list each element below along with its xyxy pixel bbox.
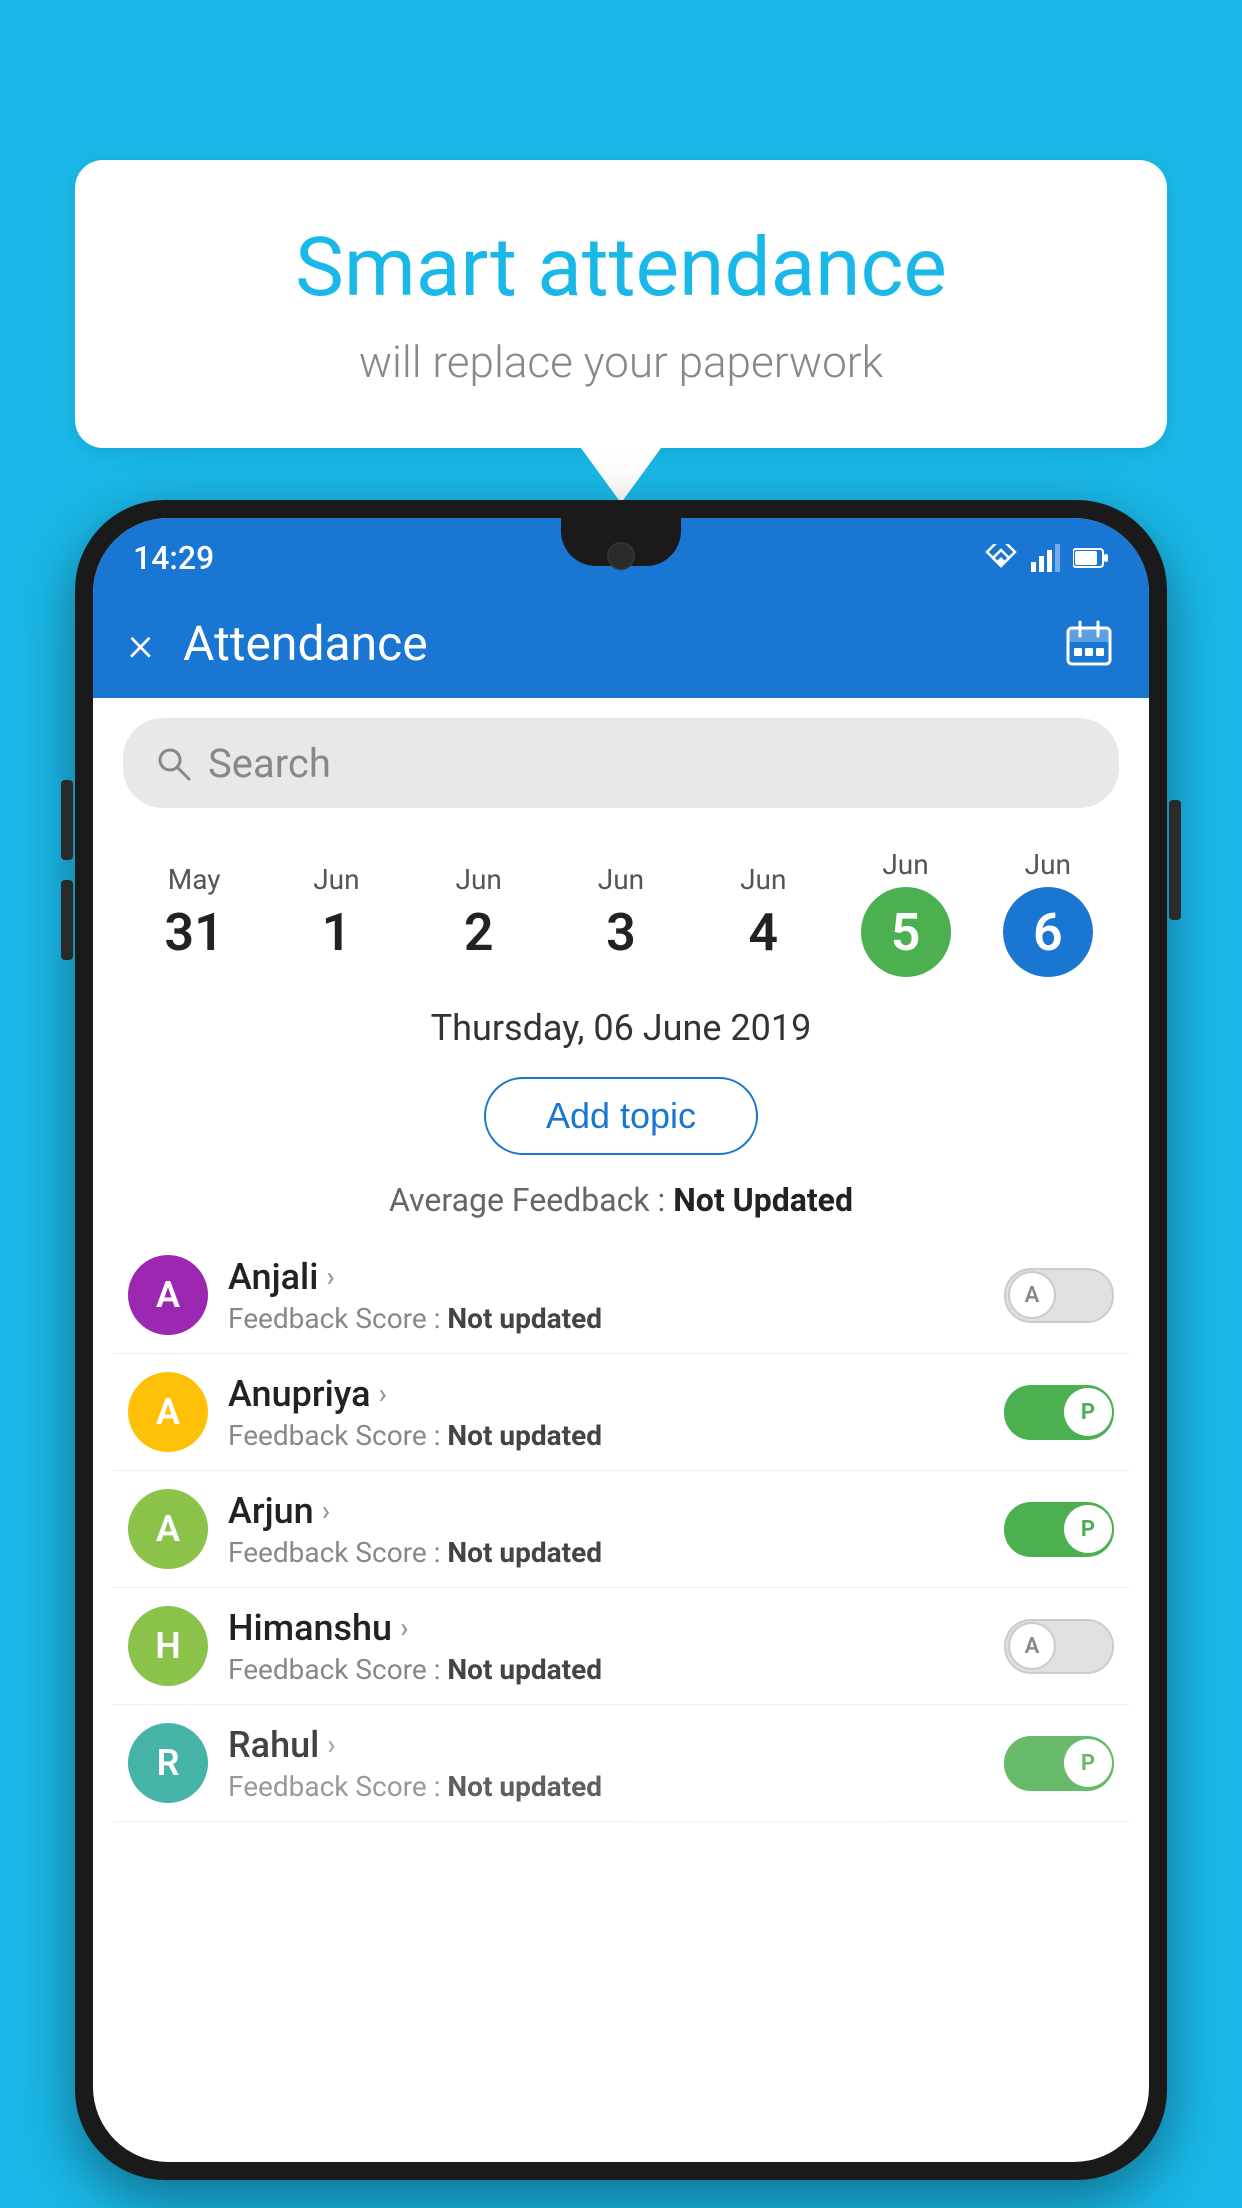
student-feedback-anjali: Feedback Score : Not updated [228,1302,984,1335]
hero-subtitle: will replace your paperwork [155,336,1087,388]
date-col-may31[interactable]: May 31 [123,863,265,963]
date-col-jun6[interactable]: Jun 6 [977,848,1119,977]
front-camera [607,542,635,570]
student-info-rahul: Rahul › Feedback Score : Not updated [228,1724,984,1803]
volume-down-button[interactable] [61,880,73,960]
date-col-jun3[interactable]: Jun 3 [550,863,692,963]
speech-bubble: Smart attendance will replace your paper… [75,160,1167,448]
wifi-icon [983,544,1019,572]
app-title: Attendance [183,615,1034,672]
chevron-icon-anjali: › [326,1260,334,1293]
student-item-himanshu[interactable]: H Himanshu › Feedback Score : Not update… [113,1588,1129,1705]
date-col-jun1[interactable]: Jun 1 [265,863,407,963]
date-col-jun2[interactable]: Jun 2 [408,863,550,963]
chevron-icon-arjun: › [322,1494,330,1527]
selected-date: Thursday, 06 June 2019 [431,1007,812,1049]
student-feedback-himanshu: Feedback Score : Not updated [228,1653,984,1686]
avatar-rahul: R [128,1723,208,1803]
avg-feedback-label: Average Feedback : [389,1181,665,1219]
student-item-anjali[interactable]: A Anjali › Feedback Score : Not updated … [113,1237,1129,1354]
student-feedback-arjun: Feedback Score : Not updated [228,1536,984,1569]
student-list: A Anjali › Feedback Score : Not updated … [93,1237,1149,1822]
phone-screen: 14:29 [93,518,1149,2162]
search-icon [153,743,193,783]
attendance-toggle-anjali[interactable]: A [1004,1268,1114,1323]
battery-icon [1073,547,1109,569]
calendar-icon[interactable] [1064,618,1114,668]
close-button[interactable]: × [128,615,153,672]
date-col-jun5[interactable]: Jun 5 [834,848,976,977]
student-name-himanshu: Himanshu › [228,1607,984,1649]
student-info-anjali: Anjali › Feedback Score : Not updated [228,1256,984,1335]
phone-notch [561,518,681,566]
chevron-icon-himanshu: › [400,1611,408,1644]
attendance-toggle-rahul[interactable]: P [1004,1736,1114,1791]
hero-section: Smart attendance will replace your paper… [75,160,1167,503]
volume-up-button[interactable] [61,780,73,860]
app-bar: × Attendance [93,588,1149,698]
attendance-toggle-arjun[interactable]: P [1004,1502,1114,1557]
avg-feedback-value: Not Updated [673,1181,853,1219]
hero-title: Smart attendance [155,220,1087,316]
chevron-icon-rahul: › [327,1728,335,1761]
student-feedback-anupriya: Feedback Score : Not updated [228,1419,984,1452]
status-icons [983,544,1109,572]
student-name-arjun: Arjun › [228,1490,984,1532]
phone-frame: 14:29 [75,500,1167,2180]
date-info: Thursday, 06 June 2019 [93,987,1149,1059]
speech-bubble-tail [581,448,661,503]
avg-feedback: Average Feedback : Not Updated [93,1173,1149,1237]
avatar-anjali: A [128,1255,208,1335]
student-info-anupriya: Anupriya › Feedback Score : Not updated [228,1373,984,1452]
chevron-icon-anupriya: › [379,1377,387,1410]
student-info-himanshu: Himanshu › Feedback Score : Not updated [228,1607,984,1686]
student-item-arjun[interactable]: A Arjun › Feedback Score : Not updated P [113,1471,1129,1588]
signal-icon [1031,544,1061,572]
avatar-himanshu: H [128,1606,208,1686]
status-time: 14:29 [133,539,214,577]
power-button[interactable] [1169,800,1181,920]
student-name-anupriya: Anupriya › [228,1373,984,1415]
avatar-arjun: A [128,1489,208,1569]
student-name-anjali: Anjali › [228,1256,984,1298]
search-bar[interactable]: Search [123,718,1119,808]
attendance-toggle-himanshu[interactable]: A [1004,1619,1114,1674]
search-placeholder: Search [208,740,331,787]
student-name-rahul: Rahul › [228,1724,984,1766]
attendance-toggle-anupriya[interactable]: P [1004,1385,1114,1440]
date-col-jun4[interactable]: Jun 4 [692,863,834,963]
student-feedback-rahul: Feedback Score : Not updated [228,1770,984,1803]
student-item-rahul[interactable]: R Rahul › Feedback Score : Not updated P [113,1705,1129,1822]
add-topic-button[interactable]: Add topic [484,1077,758,1155]
phone-container: 14:29 [75,500,1167,2208]
avatar-anupriya: A [128,1372,208,1452]
student-info-arjun: Arjun › Feedback Score : Not updated [228,1490,984,1569]
date-strip: May 31 Jun 1 Jun 2 Jun 3 [93,828,1149,987]
student-item-anupriya[interactable]: A Anupriya › Feedback Score : Not update… [113,1354,1129,1471]
